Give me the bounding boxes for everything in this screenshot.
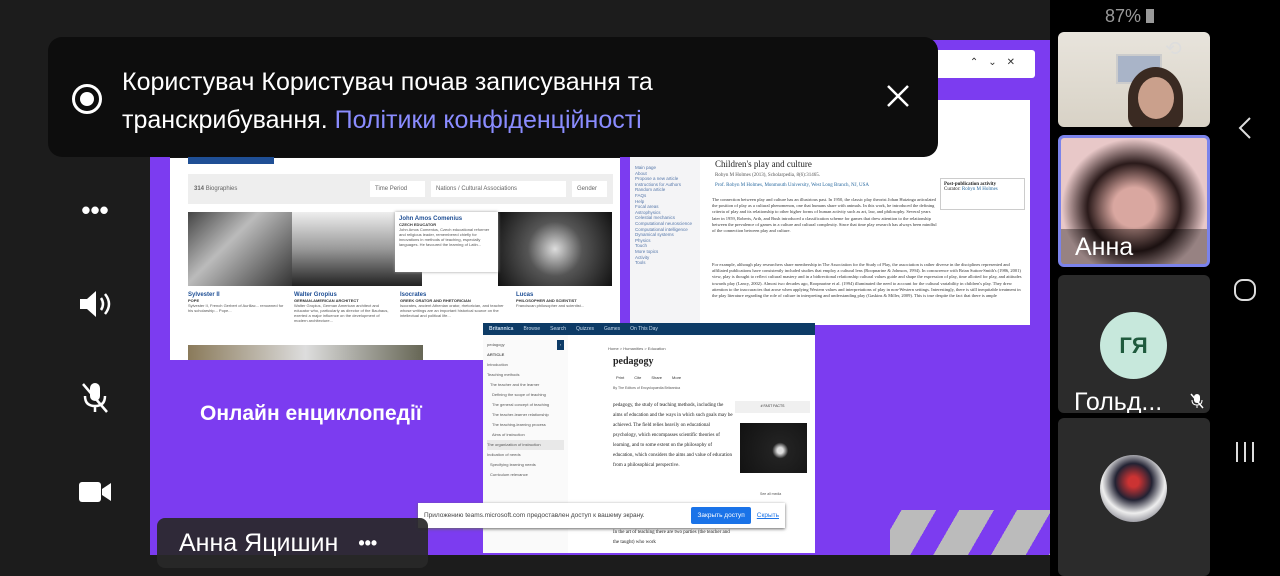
see-all-media-link[interactable]: See all media <box>760 491 781 498</box>
hide-button[interactable]: Скрыть <box>757 512 779 519</box>
toc-item[interactable]: Teaching methods <box>487 370 564 380</box>
biography-card[interactable]: Sylvester II POPE Sylvester II, French Ger… <box>188 292 288 333</box>
media-image[interactable] <box>740 423 807 473</box>
biography-count-label: Biographies <box>205 186 238 192</box>
participant-name: Гольд... <box>1074 388 1163 413</box>
print-button[interactable]: Print <box>616 375 624 380</box>
toc-item[interactable]: Defining the scope of teaching <box>487 390 564 400</box>
participant-tile[interactable]: ГЯ Гольд... <box>1058 275 1210 413</box>
toc-item[interactable]: The general concept of teaching <box>487 400 564 410</box>
biography-card[interactable]: Walter Gropius GERMAN-AMERICAN ARCHITECT W… <box>294 292 394 333</box>
home-icon <box>1234 279 1256 301</box>
card-text: Walter Gropius, German American architec… <box>294 303 389 323</box>
time-period-select[interactable]: Time Period <box>370 181 425 197</box>
mic-off-icon <box>82 383 108 413</box>
presenter-label: Анна Яцишин ••• <box>157 518 428 568</box>
nav-link[interactable]: Tools <box>635 260 695 266</box>
battery-level: 87% <box>1105 6 1142 26</box>
stop-sharing-button[interactable]: Закрыть доступ <box>691 507 751 524</box>
share-button[interactable]: Share <box>651 375 662 380</box>
nations-select[interactable]: Nations / Cultural Associations <box>431 181 566 197</box>
article-title: Children's play and culture <box>715 159 812 169</box>
toc-item[interactable]: The teaching-learning process <box>487 420 564 430</box>
camera-button[interactable] <box>70 467 120 517</box>
toc-item[interactable]: Curriculum relevance <box>487 470 564 480</box>
curator-label: Curator: <box>944 187 961 192</box>
menu-quizzes[interactable]: Quizzes <box>576 326 594 332</box>
biography-popup: John Amos Comenius CZECH EDUCATOR John A… <box>395 212 498 272</box>
portrait-image <box>498 212 612 286</box>
search-button[interactable]: ‹ <box>557 340 564 350</box>
share-notice-text: Приложению teams.microsoft.com предостав… <box>424 512 645 519</box>
article-actions: Print Cite Share More <box>616 375 681 380</box>
participant-name: Анна Яц... <box>1061 229 1207 264</box>
post-publication-box: Post-publication activity Curator: Robyn… <box>940 178 1025 210</box>
chevron-left-icon <box>1238 117 1251 139</box>
breadcrumb: Home > Humanities > Education <box>608 346 666 351</box>
presenter-name: Анна Яцишин <box>179 528 339 557</box>
fast-facts[interactable]: # FAST FACTS <box>735 401 810 413</box>
filter-bar: 314 Biographies Time Period Nations / Cu… <box>188 174 613 204</box>
recording-banner: Користувач Користувач почав записування … <box>48 37 938 157</box>
toc-item[interactable]: The teacher-learner relationship <box>487 410 564 420</box>
article-title: pedagogy <box>613 356 654 367</box>
gender-select[interactable]: Gender <box>572 181 607 197</box>
more-options-button[interactable]: ••• <box>70 185 120 235</box>
article-body: In the art of teaching there are two par… <box>613 530 730 545</box>
nav-link[interactable]: Computational neuroscience <box>635 221 695 227</box>
portrait-image <box>188 212 292 286</box>
battery-icon <box>1146 9 1155 23</box>
byline: By The Editors of Encyclopaedia Britanni… <box>613 386 681 390</box>
menu-browse[interactable]: Browse <box>523 326 540 332</box>
battery-status: 87% <box>1105 6 1155 27</box>
record-icon <box>72 84 102 114</box>
participant-tile-active[interactable]: Анна Яц... <box>1058 135 1210 267</box>
more-button[interactable]: More <box>672 375 681 380</box>
screen-share-notification: Приложению teams.microsoft.com предостав… <box>418 503 785 528</box>
toc-item[interactable]: The teacher and the learner <box>487 380 564 390</box>
menu-games[interactable]: Games <box>604 326 620 332</box>
menu-on-this-day[interactable]: On This Day <box>630 326 658 332</box>
article-paragraph: The connection between play and culture … <box>712 197 937 234</box>
biography-count: 314 <box>194 186 205 192</box>
decorative-stripes <box>890 510 1050 555</box>
search-input[interactable]: pedagogy <box>487 340 505 350</box>
camera-icon <box>79 482 111 502</box>
switch-camera-icon[interactable]: ⟲ <box>1165 36 1182 61</box>
toc-section: ARTICLE <box>487 352 505 357</box>
britannica-logo[interactable]: Britannica <box>489 326 513 332</box>
speaker-button[interactable] <box>70 279 120 329</box>
card-text: Sylvester II, French Gerbert of Aurillac… <box>188 303 284 313</box>
cite-button[interactable]: Cite <box>634 375 641 380</box>
privacy-policy-link[interactable]: Політики конфіденційності <box>335 106 642 134</box>
recents-icon <box>1236 442 1254 462</box>
mute-button[interactable] <box>70 373 120 423</box>
presenter-more-button[interactable]: ••• <box>358 533 377 554</box>
self-video-tile[interactable]: ⟲ <box>1058 32 1210 127</box>
home-nav-button[interactable] <box>1225 270 1265 310</box>
participant-avatar: ГЯ <box>1100 312 1167 379</box>
curator-link[interactable]: Robyn M Holmes <box>962 187 998 192</box>
participant-tile[interactable] <box>1058 418 1210 576</box>
toc-item[interactable]: Specifying learning needs <box>487 460 564 470</box>
toc-item[interactable]: Indication of needs <box>487 450 564 460</box>
participant-avatar <box>1100 455 1167 522</box>
article-paragraph: For example, although play researchers s… <box>712 262 1022 299</box>
close-banner-button[interactable] <box>883 81 913 111</box>
article-citation: Robyn M Holmes (2013), Scholarpedia, 8(6… <box>715 173 820 178</box>
britannica-header: Britannica Browse Search Quizzes Games On Th… <box>483 323 815 335</box>
article-author[interactable]: Prof. Robyn M Holmes, Monmouth Universit… <box>715 183 869 188</box>
article-body: pedagogy, the study of teaching methods,… <box>613 403 733 468</box>
toc-item[interactable]: Introduction <box>487 360 564 370</box>
back-nav-button[interactable] <box>1225 108 1265 148</box>
speaker-icon <box>80 291 111 317</box>
close-icon <box>887 85 909 107</box>
menu-search[interactable]: Search <box>550 326 566 332</box>
popup-text: John Amos Comenius, Czech educational re… <box>399 227 490 247</box>
slide-title: Онлайн енциклопедії <box>200 402 422 425</box>
toc-item-active[interactable]: The organization of instruction <box>487 440 564 450</box>
recents-nav-button[interactable] <box>1225 432 1265 472</box>
toc-item[interactable]: Aims of instruction <box>487 430 564 440</box>
mic-off-icon <box>1190 393 1204 413</box>
